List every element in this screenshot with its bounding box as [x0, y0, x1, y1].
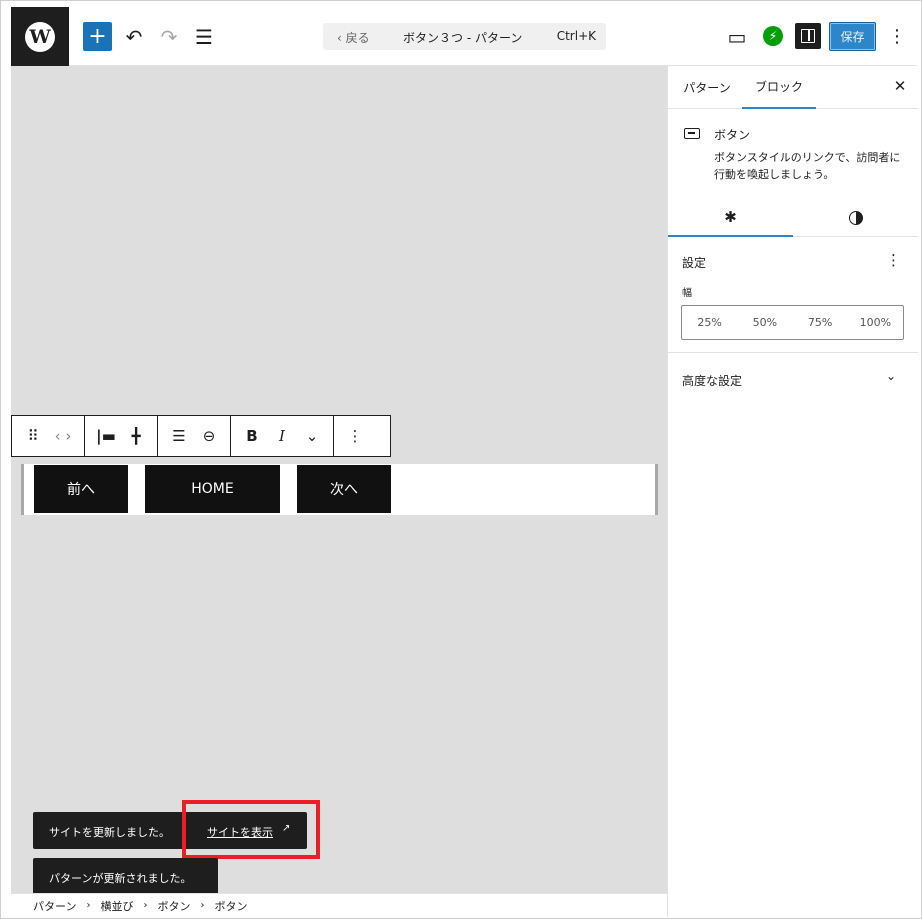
save-button[interactable]: 保存: [829, 22, 876, 51]
width-option-50[interactable]: 50%: [737, 306, 792, 339]
tab-pattern[interactable]: パターン: [672, 66, 742, 109]
toolbar-group-options: ⋮: [334, 416, 376, 456]
width-button-group: 25% 50% 75% 100%: [681, 305, 904, 340]
width-option-75[interactable]: 75%: [793, 306, 848, 339]
pattern-updated-snackbar: パターンが更新されました。: [33, 858, 218, 895]
options-menu-icon[interactable]: ⋮: [887, 22, 907, 51]
sidebar-icon: [801, 29, 815, 43]
back-link[interactable]: ‹ 戻る: [337, 29, 370, 46]
command-shortcut: Ctrl+K: [556, 29, 596, 43]
bold-icon[interactable]: B: [237, 421, 267, 451]
justify-center-icon[interactable]: ╋: [121, 421, 151, 451]
width-label: 幅: [682, 288, 692, 299]
close-icon[interactable]: ✕: [890, 76, 910, 96]
list-view-icon[interactable]: ☰: [191, 22, 217, 51]
breadcrumb-separator-icon: ›: [86, 900, 91, 911]
breadcrumb-item: ボタン: [214, 899, 248, 913]
editor-window: W + ↶ ↷ ☰ ‹ 戻る ボタン３つ - パターン Ctrl+K ▭ ⚡ 保…: [0, 0, 922, 919]
advanced-panel-toggle[interactable]: 高度な設定 ⌄: [668, 353, 918, 403]
chevron-down-icon: ⌄: [886, 369, 897, 383]
block-options-icon[interactable]: ⋮: [340, 421, 370, 451]
document-bar[interactable]: ‹ 戻る ボタン３つ - パターン Ctrl+K: [323, 23, 606, 50]
italic-icon[interactable]: I: [267, 421, 297, 451]
settings-options-icon[interactable]: ⋮: [886, 251, 901, 269]
gear-icon: ✱: [724, 208, 737, 226]
more-formatting-icon[interactable]: ⌄: [297, 421, 327, 451]
toolbar-group-justify: |▬ ╋: [85, 416, 158, 456]
prev-button[interactable]: 前へ: [34, 465, 128, 513]
settings-sidebar-toggle[interactable]: [795, 23, 821, 49]
toolbar-group-move: ⠿ ‹ ›: [12, 416, 85, 456]
width-option-100[interactable]: 100%: [848, 306, 903, 339]
undo-icon[interactable]: ↶: [121, 22, 147, 51]
next-button[interactable]: 次へ: [297, 465, 391, 513]
link-icon[interactable]: ⊖: [194, 421, 224, 451]
block-card-title: ボタン: [714, 128, 751, 142]
button-block-icon: [684, 128, 700, 139]
block-toolbar: ⠿ ‹ › |▬ ╋ ☰ ⊖ B I ⌄ ⋮: [11, 415, 391, 457]
width-option-25[interactable]: 25%: [682, 306, 737, 339]
text-align-icon[interactable]: ☰: [164, 421, 194, 451]
add-block-button[interactable]: +: [83, 22, 112, 51]
snackbar-message: パターンが更新されました。: [49, 872, 192, 885]
inspector-tabs: ✱: [668, 199, 918, 237]
jetpack-icon[interactable]: ⚡: [763, 26, 783, 46]
editor-header: W + ↶ ↷ ☰ ‹ 戻る ボタン３つ - パターン Ctrl+K ▭ ⚡ 保…: [11, 7, 917, 66]
wordpress-icon: W: [25, 21, 55, 52]
annotation-highlight: [182, 800, 320, 859]
styles-contrast-icon: [848, 211, 863, 225]
settings-sidebar: パターン ブロック ✕ ボタン ボタンスタイルのリンクで、訪問者に行動を喚起しま…: [667, 66, 918, 917]
advanced-heading: 高度な設定: [682, 374, 743, 388]
tab-settings[interactable]: ✱: [668, 199, 793, 237]
device-preview-icon[interactable]: ▭: [725, 22, 749, 51]
editor-canvas[interactable]: ⠿ ‹ › |▬ ╋ ☰ ⊖ B I ⌄ ⋮ 前へ HOME 次へ サイトを更新…: [11, 66, 667, 895]
tab-block[interactable]: ブロック: [742, 66, 816, 109]
breadcrumb-separator-icon: ›: [143, 900, 148, 911]
buttons-block[interactable]: 前へ HOME 次へ: [21, 464, 658, 515]
home-button[interactable]: HOME: [145, 465, 280, 513]
move-arrows-icon[interactable]: ‹ ›: [48, 421, 78, 451]
breadcrumb-item[interactable]: パターン: [33, 898, 76, 914]
snackbar-message: サイトを更新しました。: [49, 826, 170, 839]
tab-styles[interactable]: [793, 199, 918, 237]
toolbar-group-text: ☰ ⊖: [158, 416, 231, 456]
toolbar-group-format: B I ⌄: [231, 416, 334, 456]
settings-panel: 設定 ⋮ 幅 25% 50% 75% 100%: [668, 238, 918, 353]
breadcrumb-item[interactable]: 横並び: [100, 898, 133, 914]
wordpress-logo-button[interactable]: W: [11, 7, 69, 66]
block-breadcrumb: パターン › 横並び › ボタン › ボタン: [11, 893, 667, 917]
block-card: ボタン ボタンスタイルのリンクで、訪問者に行動を喚起しましょう。: [668, 109, 918, 199]
settings-heading: 設定: [682, 256, 707, 270]
justify-left-icon[interactable]: |▬: [91, 421, 121, 451]
block-card-description: ボタンスタイルのリンクで、訪問者に行動を喚起しましょう。: [714, 151, 901, 181]
drag-handle-icon[interactable]: ⠿: [18, 421, 48, 451]
redo-icon[interactable]: ↷: [156, 22, 182, 51]
sidebar-tabs: パターン ブロック ✕: [668, 66, 918, 109]
document-title: ボタン３つ - パターン: [403, 31, 523, 45]
breadcrumb-separator-icon: ›: [200, 900, 205, 911]
breadcrumb-item[interactable]: ボタン: [157, 898, 190, 914]
